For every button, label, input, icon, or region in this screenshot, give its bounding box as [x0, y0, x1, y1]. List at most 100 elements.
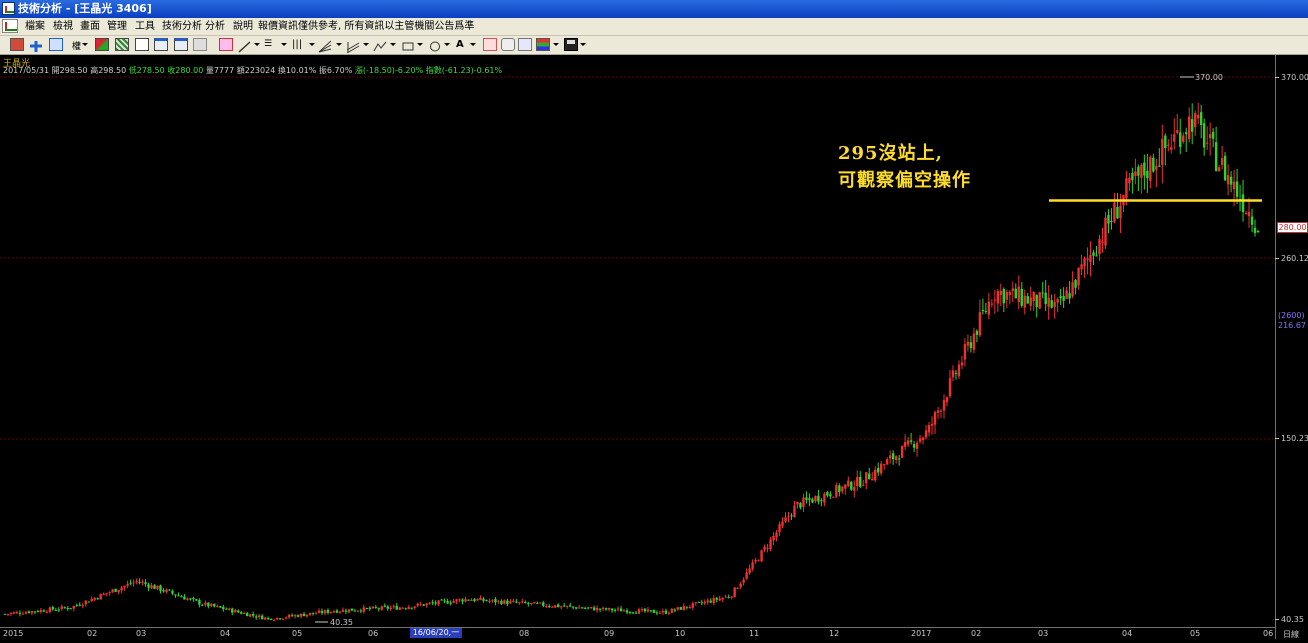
candle-body	[1110, 221, 1113, 223]
pattern-tool-icon[interactable]	[373, 38, 387, 52]
fan-dropdown-icon[interactable]	[336, 43, 342, 46]
k-bar-icon[interactable]	[10, 38, 24, 51]
candle-body	[658, 612, 662, 614]
candle-body	[87, 601, 90, 603]
candle-body	[963, 344, 967, 360]
vline-tool-icon[interactable]: |||	[292, 38, 306, 51]
menu-manage[interactable]: 管理	[107, 18, 127, 35]
window2-icon[interactable]	[154, 38, 168, 51]
save-dropdown-icon[interactable]	[580, 43, 586, 46]
candle-body	[96, 598, 99, 600]
palette-icon[interactable]	[536, 38, 550, 51]
menu-analysis[interactable]: 分析	[205, 18, 225, 35]
font-tool-icon[interactable]: A	[456, 38, 470, 51]
candle-body	[440, 599, 443, 601]
channel-dropdown-icon[interactable]	[363, 43, 369, 46]
candle-body	[1068, 293, 1071, 299]
period-dropdown-icon[interactable]	[82, 43, 88, 46]
candle-body	[853, 487, 856, 491]
candle-body	[329, 611, 333, 613]
candle-body	[1029, 297, 1032, 306]
candle-body	[192, 597, 195, 599]
channel-tool-icon[interactable]	[346, 38, 360, 54]
vline-dropdown-icon[interactable]	[309, 43, 315, 46]
candle-body	[1205, 142, 1209, 144]
layout-icon[interactable]	[174, 38, 188, 51]
text-tool-icon[interactable]: ☰	[264, 38, 278, 51]
candle-body	[1101, 241, 1104, 243]
period-selector[interactable]: 權	[72, 39, 81, 52]
eraser-icon[interactable]	[501, 38, 515, 51]
save-icon[interactable]	[564, 38, 578, 51]
candle-body	[610, 608, 614, 611]
y-label-150: 150.23	[1275, 434, 1308, 443]
candle-body	[757, 560, 760, 562]
candle-body	[939, 410, 943, 412]
palette-dropdown-icon[interactable]	[553, 43, 559, 46]
candle-body	[554, 605, 557, 608]
color-icon[interactable]	[95, 38, 109, 51]
candle-body	[506, 600, 509, 604]
candle-body	[201, 604, 204, 606]
candle-body	[539, 602, 542, 604]
menu-file[interactable]: 檔案	[25, 18, 45, 35]
candle-body	[1107, 214, 1110, 224]
candle-body	[120, 587, 123, 591]
y-axis: 370.00 260.12 150.23 40.35	[1275, 55, 1308, 639]
candle-body	[679, 607, 683, 610]
menu-help[interactable]: 說明	[233, 18, 253, 35]
candle-body	[1256, 230, 1260, 232]
candle-body	[168, 589, 171, 591]
quote-change: 漲(-18.50)-6.20%	[354, 66, 424, 75]
candle-body	[1167, 144, 1170, 146]
chart-app-icon[interactable]	[2, 2, 15, 15]
candle-body	[1229, 176, 1233, 185]
copy-icon[interactable]	[483, 38, 497, 51]
candle-body	[1244, 212, 1248, 214]
candle-body	[733, 587, 736, 598]
candle-body	[311, 612, 315, 614]
font-dropdown-icon[interactable]	[470, 43, 476, 46]
fan-tool-icon[interactable]	[318, 38, 332, 53]
pattern-dropdown-icon[interactable]	[390, 43, 396, 46]
candle-body	[383, 605, 386, 607]
window-icon[interactable]	[135, 38, 149, 51]
candle-body	[515, 601, 518, 603]
candle-body	[401, 607, 404, 609]
x-label: 2015	[3, 629, 24, 638]
candle-body	[739, 583, 742, 588]
candle-body	[1202, 123, 1206, 148]
circle-dropdown-icon[interactable]	[444, 43, 450, 46]
grid-icon[interactable]	[115, 38, 129, 51]
candle-body	[793, 505, 796, 518]
ruler-icon[interactable]	[49, 38, 63, 51]
candle-body	[730, 596, 733, 598]
cursor-icon[interactable]	[219, 38, 233, 51]
quote-low: 低278.50	[128, 66, 165, 75]
line-tool-icon[interactable]	[238, 38, 252, 53]
text-dropdown-icon[interactable]	[281, 43, 287, 46]
crosshair-icon[interactable]	[29, 38, 43, 52]
candle-body	[150, 585, 153, 589]
price-chart[interactable]	[0, 55, 1308, 639]
menu-technical-analysis[interactable]: 技術分析	[162, 18, 202, 35]
candle-body	[1002, 289, 1006, 304]
rect-dropdown-icon[interactable]	[417, 43, 423, 46]
layout2-icon[interactable]	[193, 38, 207, 51]
quote-amplitude: 振6.70%	[318, 66, 353, 75]
mdi-doc-icon[interactable]	[2, 19, 18, 33]
candle-body	[141, 582, 144, 584]
menu-screen[interactable]: 畫面	[80, 18, 100, 35]
rect-tool-icon[interactable]	[401, 38, 415, 51]
line-dropdown-icon[interactable]	[254, 43, 260, 46]
candle-body	[464, 599, 467, 602]
menu-tools[interactable]: 工具	[135, 18, 155, 35]
candle-body	[1173, 134, 1176, 142]
menu-view[interactable]: 檢視	[53, 18, 73, 35]
circle-tool-icon[interactable]	[428, 38, 442, 52]
candle-body	[646, 609, 650, 612]
candle-body	[652, 609, 656, 613]
image-icon[interactable]	[518, 38, 532, 51]
candle-body	[990, 303, 994, 305]
candle-body	[912, 444, 916, 448]
